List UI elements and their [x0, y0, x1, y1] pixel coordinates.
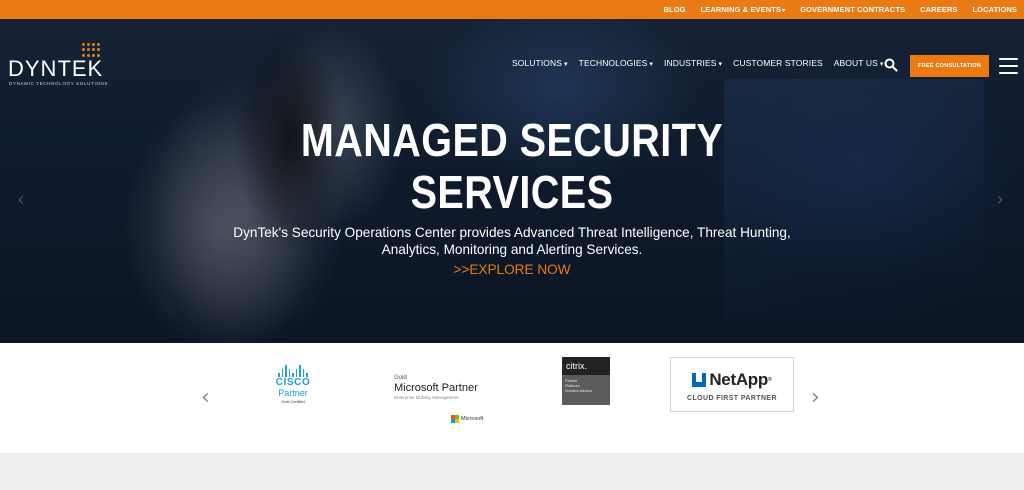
- cisco-partner-text: Partner: [278, 388, 308, 398]
- microsoft-brand: Microsoft: [451, 415, 483, 423]
- nav-item-label: ABOUT US: [833, 58, 878, 68]
- hero-next-arrow-icon[interactable]: ›: [997, 189, 1007, 209]
- nav-item-solutions[interactable]: SOLUTIONS ▾: [512, 58, 568, 68]
- chevron-down-icon: ▾: [879, 61, 884, 68]
- hero-subtext-line: Analytics, Monitoring and Alerting Servi…: [381, 242, 643, 257]
- chevron-down-icon: ▾: [649, 61, 654, 68]
- netapp-registered-mark: ®: [767, 377, 772, 383]
- explore-now-link[interactable]: >>EXPLORE NOW: [412, 262, 612, 277]
- site-logo[interactable]: DYNTEK DYNAMIC TECHNOLOGY SOLUTIONS: [8, 43, 118, 89]
- logo-dots-icon: [82, 43, 102, 57]
- main-nav: SOLUTIONS ▾ TECHNOLOGIES ▾ INDUSTRIES ▾ CUS…: [512, 58, 894, 68]
- nav-item-label: CUSTOMER STORIES: [733, 58, 823, 68]
- chevron-down-icon: ▾: [718, 61, 723, 68]
- nav-item-customer-stories[interactable]: CUSTOMER STORIES: [733, 58, 823, 68]
- search-icon[interactable]: [884, 58, 898, 72]
- citrix-partner-text: Partner Platinum Solution Advisor: [562, 375, 610, 398]
- logo-tagline: DYNAMIC TECHNOLOGY SOLUTIONS: [9, 81, 109, 86]
- nav-item-industries[interactable]: INDUSTRIES ▾: [664, 58, 722, 68]
- microsoft-competency-text: Enterprise Mobility Management: [394, 395, 459, 400]
- topbar-link-government-contracts[interactable]: GOVERNMENT CONTRACTS: [800, 5, 905, 14]
- topbar-link-label: BLOG: [663, 5, 686, 14]
- topbar-link-learning-events[interactable]: LEARNING & EVENTS▾: [701, 5, 786, 14]
- microsoft-windows-icon: [451, 415, 459, 423]
- cisco-level-text: Gold Certified: [281, 400, 305, 404]
- nav-item-about-us[interactable]: ABOUT US ▾: [834, 58, 884, 68]
- hero-subtext: DynTek's Security Operations Center prov…: [212, 224, 812, 258]
- chevron-down-icon: ▾: [564, 61, 568, 68]
- citrix-partner-logo: citrix. Partner Platinum Solution Adviso…: [562, 357, 610, 405]
- microsoft-brand-text: Microsoft: [461, 416, 484, 422]
- partner-logos-carousel: ‹ CISCO Partner Gold Certified Gold Micr…: [0, 343, 1024, 453]
- chevron-down-icon: ▾: [782, 8, 786, 14]
- netapp-mark-icon: [692, 373, 707, 387]
- nav-item-label: TECHNOLOGIES: [578, 58, 648, 68]
- chevron-left-icon[interactable]: ‹: [201, 387, 215, 409]
- cisco-wordmark: CISCO: [275, 377, 311, 388]
- hamburger-icon[interactable]: [999, 58, 1018, 74]
- logo-wordmark: DYNTEK: [8, 56, 104, 81]
- topbar-link-blog[interactable]: BLOG: [664, 5, 686, 14]
- topbar-link-label: CAREERS: [920, 5, 958, 14]
- cisco-partner-logo: CISCO Partner Gold Certified: [268, 364, 318, 414]
- next-section-band: [0, 453, 1024, 490]
- microsoft-partner-title: Microsoft Partner: [394, 382, 478, 394]
- cisco-bars-icon: [268, 364, 318, 377]
- topbar-link-careers[interactable]: CAREERS: [920, 5, 957, 14]
- netapp-badge-text: CLOUD FIRST PARTNER: [687, 395, 777, 402]
- topbar-link-label: GOVERNMENT CONTRACTS: [800, 5, 906, 14]
- netapp-wordmark: NetApp: [709, 370, 768, 389]
- hero-headline-line: SERVICES: [410, 166, 614, 218]
- netapp-logo-row: NetApp ®: [671, 370, 793, 390]
- free-consultation-button[interactable]: FREE CONSULTATION: [910, 55, 989, 77]
- topbar-link-label: LOCATIONS: [972, 5, 1017, 14]
- nav-item-label: INDUSTRIES: [664, 58, 717, 68]
- hero-subtext-line: DynTek's Security Operations Center prov…: [233, 225, 791, 240]
- utility-bar: BLOG LEARNING & EVENTS▾ GOVERNMENT CONTR…: [0, 0, 1024, 19]
- microsoft-partner-logo: Gold Microsoft Partner Enterprise Mobili…: [394, 375, 494, 425]
- hero-banner: DYNTEK DYNAMIC TECHNOLOGY SOLUTIONS SOLU…: [0, 19, 1024, 343]
- topbar-link-label: LEARNING & EVENTS: [700, 5, 782, 14]
- hero-prev-arrow-icon[interactable]: ‹: [18, 189, 28, 209]
- topbar-link-locations[interactable]: LOCATIONS: [972, 5, 1017, 14]
- netapp-partner-logo: NetApp ® CLOUD FIRST PARTNER: [670, 357, 794, 412]
- citrix-line: Solution Advisor: [565, 389, 593, 393]
- hero-headline: MANAGED SECURITY SERVICES: [297, 114, 727, 218]
- microsoft-level-text: Gold: [394, 375, 407, 381]
- hero-headline-line: MANAGED SECURITY: [300, 114, 724, 166]
- chevron-right-icon[interactable]: ›: [811, 387, 825, 409]
- nav-item-label: SOLUTIONS: [512, 58, 563, 68]
- citrix-wordmark: citrix.: [562, 357, 610, 375]
- nav-item-technologies[interactable]: TECHNOLOGIES ▾: [579, 58, 653, 68]
